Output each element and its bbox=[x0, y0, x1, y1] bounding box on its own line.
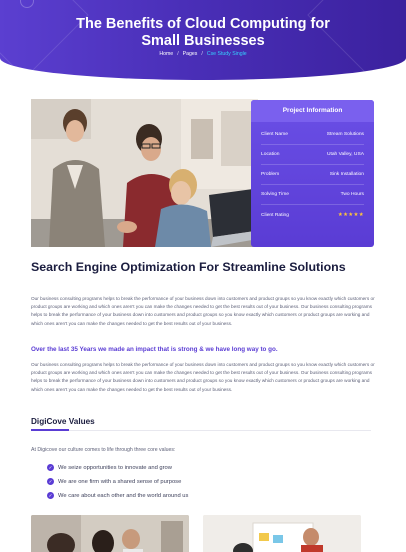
team-meeting-image bbox=[31, 99, 258, 247]
page-title-line-1: The Benefits of Cloud Computing for bbox=[76, 16, 330, 32]
body-paragraph: Our business consulting programs helps t… bbox=[31, 296, 375, 326]
values-heading-underline bbox=[31, 429, 371, 431]
values-heading: DigiCove Values bbox=[31, 417, 95, 426]
office-team-image bbox=[31, 515, 189, 552]
breadcrumb-pages[interactable]: Pages bbox=[183, 51, 198, 57]
info-value: Utah Valley, USA bbox=[326, 152, 364, 157]
value-text: We care about each other and the world a… bbox=[58, 492, 189, 499]
star-rating-icon: ★★★★★ bbox=[337, 212, 364, 218]
info-row-client-name: Client Name Stream Solutions bbox=[261, 125, 364, 145]
body-paragraph: Our business consulting programs helps t… bbox=[31, 362, 375, 392]
project-information-rows: Client Name Stream Solutions Location Ut… bbox=[251, 122, 374, 225]
page-title: The Benefits of Cloud Computing for Smal… bbox=[0, 16, 406, 50]
info-value: Sink Installation bbox=[329, 172, 364, 177]
info-label: Client Name bbox=[261, 132, 288, 137]
page-title-line-2: Small Businesses bbox=[141, 33, 265, 49]
info-label: Client Rating bbox=[261, 212, 289, 218]
breadcrumb-separator: / bbox=[201, 51, 203, 57]
breadcrumb-separator: / bbox=[177, 51, 179, 57]
case-study-photo bbox=[31, 99, 258, 247]
gallery-image-left bbox=[31, 515, 189, 552]
gallery-image-right bbox=[203, 515, 361, 552]
breadcrumb-home[interactable]: Home bbox=[159, 51, 173, 57]
check-circle-icon: ✓ bbox=[47, 492, 54, 499]
info-row-location: Location Utah Valley, USA bbox=[261, 145, 364, 165]
info-row-client-rating: Client Rating ★★★★★ bbox=[261, 205, 364, 225]
info-label: Location bbox=[261, 152, 280, 157]
section-heading: Search Engine Optimization For Streamlin… bbox=[31, 260, 346, 274]
values-intro: At Digicove our culture comes to life th… bbox=[31, 447, 176, 453]
info-label: Solving Time bbox=[261, 192, 289, 197]
check-circle-icon: ✓ bbox=[47, 464, 54, 471]
info-row-problem: Problem Sink Installation bbox=[261, 165, 364, 185]
breadcrumb-current: Cse Study Single bbox=[206, 51, 247, 57]
value-item: ✓ We care about each other and the world… bbox=[47, 492, 188, 499]
project-information-card: Project Information Client Name Stream S… bbox=[251, 100, 374, 247]
project-information-title: Project Information bbox=[251, 100, 374, 122]
value-item: ✓ We are one firm with a shared sense of… bbox=[47, 478, 181, 485]
page-hero: The Benefits of Cloud Computing for Smal… bbox=[0, 0, 406, 80]
highlight-statement: Over the last 35 Years we made an impact… bbox=[31, 346, 278, 353]
value-text: We seize opportunities to innovate and g… bbox=[58, 464, 172, 471]
check-circle-icon: ✓ bbox=[47, 478, 54, 485]
info-row-solving-time: Solving Time Two Hours bbox=[261, 185, 364, 205]
whiteboard-team-image bbox=[203, 515, 361, 552]
value-text: We are one firm with a shared sense of p… bbox=[58, 478, 182, 485]
breadcrumb: Home / Pages / Cse Study Single bbox=[0, 51, 406, 57]
info-label: Problem bbox=[261, 172, 280, 177]
info-value: Stream Solutions bbox=[326, 132, 364, 137]
value-item: ✓ We seize opportunities to innovate and… bbox=[47, 464, 172, 471]
info-value: Two Hours bbox=[340, 192, 364, 197]
